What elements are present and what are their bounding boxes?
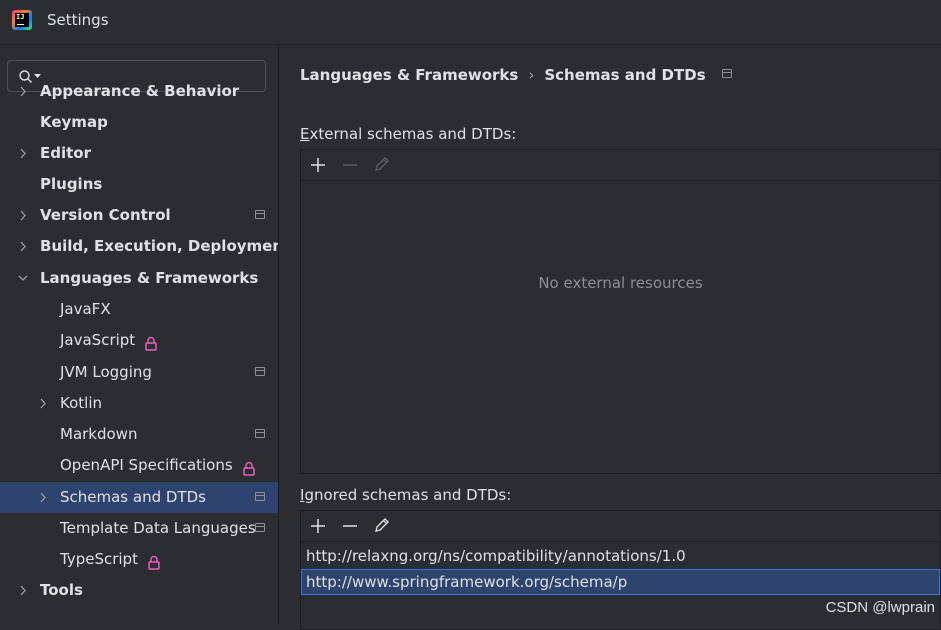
breadcrumb-current: Schemas and DTDs: [544, 66, 706, 84]
sidebar-item-template-data-languages[interactable]: Template Data Languages: [0, 513, 278, 544]
sidebar-item-appearance-behavior[interactable]: Appearance & Behavior: [0, 76, 278, 107]
breadcrumb: Languages & Frameworks › Schemas and DTDs: [300, 66, 732, 84]
sidebar-item-label: Template Data Languages: [60, 519, 256, 537]
chevron-right-icon[interactable]: [17, 575, 29, 606]
external-schemas-label: External schemas and DTDs:: [300, 125, 517, 143]
sidebar-item-javascript[interactable]: JavaScript: [0, 325, 278, 356]
settings-content: Languages & Frameworks › Schemas and DTDs …: [279, 45, 941, 630]
title-bar: IJ Settings: [0, 0, 941, 45]
settings-sidebar: Appearance & Behavior Keymap Editor Plugins…: [0, 45, 290, 624]
lock-icon: [145, 331, 157, 351]
window-title: Settings: [47, 11, 109, 29]
sidebar-item-label: Build, Execution, Deployment: [40, 237, 291, 255]
sidebar-item-label: OpenAPI Specifications: [60, 450, 255, 481]
sidebar-item-label: Languages & Frameworks: [40, 269, 259, 287]
sidebar-item-label: Markdown: [60, 425, 138, 443]
sidebar-item-build-execution-deployment[interactable]: Build, Execution, Deployment: [0, 231, 290, 262]
list-item-selected[interactable]: http://www.springframework.org/schema/p: [301, 569, 940, 595]
sidebar-item-label: JavaFX: [60, 300, 111, 318]
add-icon[interactable]: [308, 517, 328, 535]
edit-icon[interactable]: [372, 517, 392, 535]
add-icon[interactable]: [308, 156, 328, 174]
remove-icon[interactable]: [340, 156, 360, 174]
project-scope-icon: [255, 492, 265, 501]
project-scope-icon: [721, 69, 732, 78]
app-icon-text: IJ: [16, 13, 25, 21]
sidebar-item-plugins[interactable]: Plugins: [0, 169, 278, 200]
empty-state-text: No external resources: [538, 274, 703, 292]
project-scope-icon: [255, 523, 265, 532]
sidebar-item-version-control[interactable]: Version Control: [0, 200, 278, 231]
sidebar-item-label: JVM Logging: [60, 363, 152, 381]
ignored-toolbar: [301, 511, 940, 542]
edit-icon[interactable]: [372, 156, 392, 174]
external-schemas-panel: No external resources: [300, 149, 941, 474]
sidebar-item-editor[interactable]: Editor: [0, 138, 278, 169]
project-scope-icon: [255, 429, 265, 438]
sidebar-item-label: Schemas and DTDs: [60, 488, 206, 506]
sidebar-item-openapi-specifications[interactable]: OpenAPI Specifications: [0, 450, 278, 481]
sidebar-item-kotlin[interactable]: Kotlin: [0, 388, 278, 419]
lock-icon: [242, 456, 255, 476]
sidebar-item-keymap[interactable]: Keymap: [0, 107, 278, 138]
chevron-down-icon[interactable]: [17, 263, 29, 294]
sidebar-item-label: Version Control: [40, 206, 171, 224]
sidebar-item-label: JavaScript: [60, 325, 157, 356]
sidebar-item-label: Plugins: [40, 175, 103, 193]
remove-icon[interactable]: [340, 517, 360, 535]
chevron-right-icon[interactable]: [17, 231, 29, 262]
sidebar-item-label: TypeScript: [60, 544, 160, 575]
ignored-schemas-label: Ignored schemas and DTDs:: [300, 486, 512, 504]
project-scope-icon: [255, 367, 265, 376]
sidebar-item-label: Keymap: [40, 113, 108, 131]
sidebar-item-label: Appearance & Behavior: [40, 82, 240, 100]
sidebar-item-markdown[interactable]: Markdown: [0, 419, 278, 450]
chevron-right-icon[interactable]: [37, 388, 49, 419]
sidebar-item-label: Kotlin: [60, 394, 102, 412]
chevron-right-icon[interactable]: [17, 138, 29, 169]
sidebar-item-languages-frameworks[interactable]: Languages & Frameworks: [0, 263, 278, 294]
list-item[interactable]: http://relaxng.org/ns/compatibility/anno…: [301, 543, 940, 569]
lock-icon: [148, 550, 160, 570]
chevron-right-icon[interactable]: [37, 482, 49, 513]
sidebar-item-javafx[interactable]: JavaFX: [0, 294, 278, 325]
sidebar-item-tools[interactable]: Tools: [0, 575, 278, 606]
breadcrumb-parent[interactable]: Languages & Frameworks: [300, 66, 518, 84]
breadcrumb-separator: ›: [528, 66, 535, 84]
sidebar-item-label: Tools: [40, 581, 83, 599]
sidebar-item-typescript[interactable]: TypeScript: [0, 544, 278, 575]
chevron-right-icon[interactable]: [17, 200, 29, 231]
sidebar-item-label: Editor: [40, 144, 91, 162]
sidebar-item-jvm-logging[interactable]: JVM Logging: [0, 357, 278, 388]
intellij-idea-icon: IJ: [12, 10, 32, 30]
project-scope-icon: [255, 210, 265, 219]
chevron-right-icon[interactable]: [17, 76, 29, 107]
watermark: CSDN @lwprain: [825, 599, 935, 616]
sidebar-item-schemas-and-dtds[interactable]: Schemas and DTDs: [0, 482, 278, 513]
external-toolbar: [301, 150, 940, 181]
